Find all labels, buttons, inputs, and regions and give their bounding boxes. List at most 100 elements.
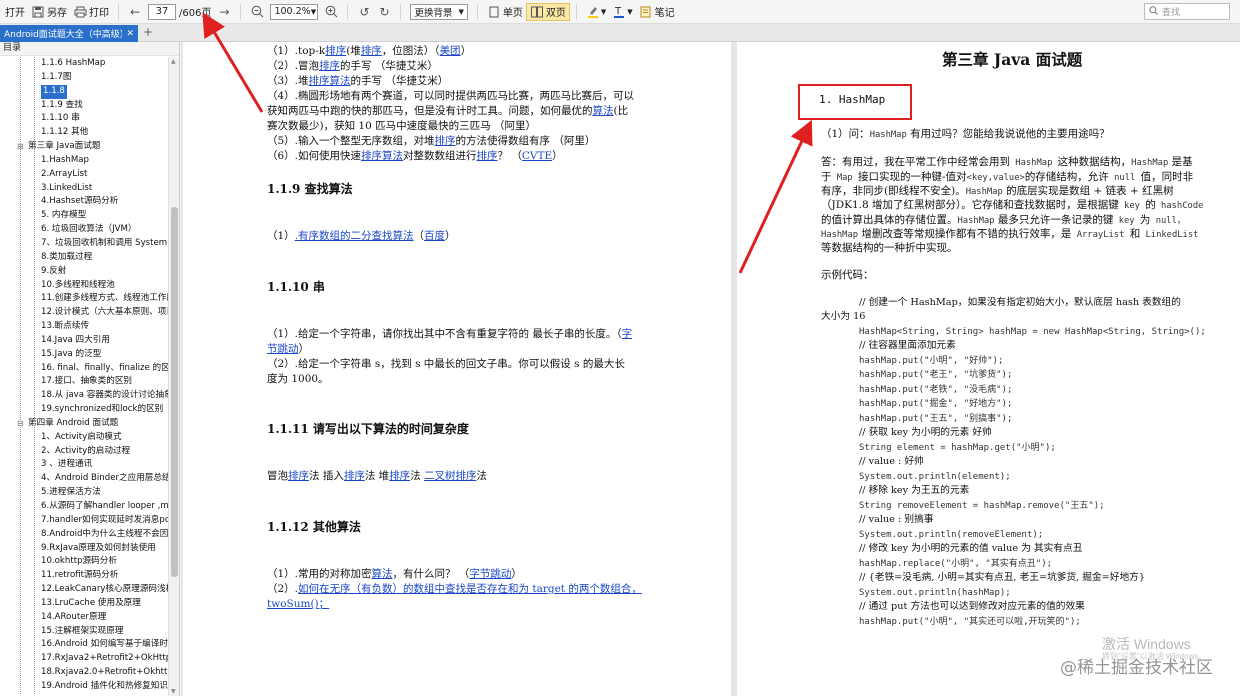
link-sort-algorithm[interactable]: 排序算法 xyxy=(361,150,403,162)
toc-item[interactable]: 1.1.12 其他 xyxy=(0,126,168,140)
next-page-button[interactable]: → xyxy=(214,2,234,22)
toc-item[interactable]: 8.Android中为什么主线程不会因 xyxy=(0,528,168,542)
new-tab-button[interactable]: + xyxy=(143,25,153,39)
text: （1）.给定一个字符串，请你找出其中不含有重复字符的 最长子串的长度。（ xyxy=(267,328,622,340)
link-binary-tree-sort[interactable]: 二叉树排序 xyxy=(424,470,477,482)
link-baidu[interactable]: 百度 xyxy=(424,230,445,242)
link-binary-search[interactable]: .有序数组的二分查找算法 xyxy=(295,230,414,242)
sidebar-scroll-thumb[interactable] xyxy=(171,207,178,577)
toc-item[interactable]: 2、Activity的启动过程 xyxy=(0,445,168,459)
link-bytedance[interactable]: 字节跳动 xyxy=(469,568,511,580)
toc-chapter[interactable]: ⊟ 第三章 Java面试题 xyxy=(0,140,168,154)
link-meituan[interactable]: 美团 xyxy=(440,45,461,57)
toc-item[interactable]: 6.从源码了解handler looper ,me xyxy=(0,500,168,514)
link-sort[interactable]: 排序 xyxy=(477,150,498,162)
link-sort[interactable]: 排序 xyxy=(325,45,346,57)
link-sort[interactable]: 排序 xyxy=(288,470,309,482)
link-sort[interactable]: 排序 xyxy=(344,470,365,482)
toc-item[interactable]: 16.Android 如何编写基于编译时 xyxy=(0,638,168,652)
toc-item[interactable]: 12.LeakCanary核心原理源码浅析 xyxy=(0,583,168,597)
toc-item[interactable]: 4.Hashset源码分析 xyxy=(0,195,168,209)
saveas-button[interactable]: 另存 xyxy=(28,2,70,22)
link-sort[interactable]: 排序 xyxy=(319,60,340,72)
toc-item[interactable]: 10.多线程和线程池 xyxy=(0,279,168,293)
toc-item[interactable]: 16. final、finally、finalize 的区别 xyxy=(0,362,168,376)
link-algorithm[interactable]: 算法 xyxy=(593,105,614,117)
toc-item[interactable]: 15.注解框架实现原理 xyxy=(0,625,168,639)
toc-item[interactable]: 13.LruCache 使用及原理 xyxy=(0,597,168,611)
change-background-select[interactable]: 更换背景 ▼ xyxy=(407,2,470,22)
highlight-color-button[interactable]: ▼ xyxy=(583,2,609,22)
link-bytedance[interactable]: 字 xyxy=(622,328,633,340)
link-two-sum[interactable]: 如何在无序（有负数）的数组中查找是否存在和为 target 的两个数组合， xyxy=(298,583,642,595)
toc-item[interactable]: 19.synchronized和lock的区别 xyxy=(0,403,168,417)
toc-item-label: 10.okhttp源码分析 xyxy=(41,556,117,567)
open-button[interactable]: 打开 xyxy=(2,2,28,22)
sidebar-scrollbar[interactable]: ▲ ▼ xyxy=(168,57,179,696)
toc-item[interactable]: 19.Android 插件化和热修复知识 xyxy=(0,680,168,694)
toc-item[interactable]: 9.RxJava原理及如何封装使用 xyxy=(0,542,168,556)
page-number-input[interactable]: 37 xyxy=(148,3,176,20)
document-tab[interactable]: Android面试题大全（中高级） ✕ xyxy=(0,25,138,42)
link-sort[interactable]: 排序 xyxy=(435,135,456,147)
toc-item[interactable]: 1.1.7图 xyxy=(0,71,168,85)
toc-item[interactable]: 18.Rxjava2.0+Retrofit+Okhttp( xyxy=(0,666,168,680)
toc-item[interactable]: 3.LinkedList xyxy=(0,182,168,196)
toc-item[interactable]: 6. 垃圾回收算法（JVM） xyxy=(0,223,168,237)
text: （1） xyxy=(267,230,295,242)
scroll-up-icon[interactable]: ▲ xyxy=(171,58,176,65)
toc-item[interactable]: 11.创建多线程方式、线程池工作原 xyxy=(0,292,168,306)
toc-item[interactable]: 10.okhttp源码分析 xyxy=(0,555,168,569)
toc-item[interactable]: 18.从 java 容器类的设计讨论抽象 xyxy=(0,389,168,403)
text: (堆 xyxy=(346,45,361,57)
toc-item[interactable]: 5.进程保活方法 xyxy=(0,486,168,500)
toc-item[interactable]: 9.反射 xyxy=(0,265,168,279)
notes-button[interactable]: 笔记 xyxy=(636,2,678,22)
toc-item[interactable]: 1.HashMap xyxy=(0,154,168,168)
link-sort-algorithm[interactable]: 排序算法 xyxy=(309,75,351,87)
toc-item[interactable]: 5. 内存模型 xyxy=(0,209,168,223)
toc-item[interactable]: 1.1.9 查找 xyxy=(0,99,168,113)
toc-chapter[interactable]: ⊟ 第四章 Android 面试题 xyxy=(0,417,168,431)
toc-item[interactable]: 7.handler如何实现延时发消息pos xyxy=(0,514,168,528)
toc-item[interactable]: 3 、进程通讯 xyxy=(0,458,168,472)
prev-page-button[interactable]: ← xyxy=(125,2,145,22)
toc-item[interactable]: 13.断点续传 xyxy=(0,320,168,334)
link-bytedance[interactable]: 节跳动 xyxy=(267,343,299,355)
single-page-toggle[interactable]: 单页 xyxy=(484,3,526,21)
rotate-left-button[interactable]: ↺ xyxy=(354,2,374,22)
scroll-down-icon[interactable]: ▼ xyxy=(171,688,176,695)
zoom-out-button[interactable] xyxy=(247,2,267,22)
toc-item[interactable]: 1.1.10 串 xyxy=(0,112,168,126)
zoom-in-button[interactable] xyxy=(321,2,341,22)
code-line: hashMap.put("掘金", "好地方"); xyxy=(859,399,1013,409)
zoom-select[interactable]: 100.2% ▼ xyxy=(267,2,321,22)
chevron-down-icon: ▼ xyxy=(458,7,464,16)
toc-item[interactable]: 1、Activity启动模式 xyxy=(0,431,168,445)
toc-item[interactable]: 8.类加载过程 xyxy=(0,251,168,265)
text-color-button[interactable]: T ▼ xyxy=(609,2,635,22)
toc-item[interactable]: 11.retrofit源码分析 xyxy=(0,569,168,583)
toc-item[interactable]: 7、垃圾回收机制和调用 System.g xyxy=(0,237,168,251)
print-button[interactable]: 打印 xyxy=(70,2,112,22)
toc-item[interactable]: 1.1.6 HashMap xyxy=(0,57,168,71)
close-icon[interactable]: ✕ xyxy=(126,29,138,39)
link-sort[interactable]: 排序 xyxy=(389,470,410,482)
toc-item[interactable]: 4、Android Binder之应用层总结 xyxy=(0,472,168,486)
text: 法 堆 xyxy=(364,470,390,482)
toc-item[interactable]: 1.1.8 xyxy=(0,84,168,99)
link-sort[interactable]: 排序 xyxy=(361,45,382,57)
toc-item[interactable]: 14.ARouter原理 xyxy=(0,611,168,625)
rotate-right-button[interactable]: ↻ xyxy=(374,2,394,22)
toc-item[interactable]: 17.接口、抽象类的区别 xyxy=(0,375,168,389)
link-two-sum[interactable]: twoSum()； xyxy=(267,598,329,610)
double-page-toggle[interactable]: 双页 xyxy=(525,2,570,21)
search-input[interactable]: 查找 xyxy=(1144,3,1230,20)
link-cvte[interactable]: CVTE xyxy=(522,150,552,162)
toc-item[interactable]: 2.ArrayList xyxy=(0,168,168,182)
toc-item[interactable]: 17.RxJava2+Retrofit2+OkHttp3 xyxy=(0,652,168,666)
link-algorithm[interactable]: 算法 xyxy=(372,568,393,580)
toc-item[interactable]: 15.Java 的泛型 xyxy=(0,348,168,362)
toc-item[interactable]: 14.Java 四大引用 xyxy=(0,334,168,348)
toc-item[interactable]: 12.设计模式（六大基本原则、项目 xyxy=(0,306,168,320)
